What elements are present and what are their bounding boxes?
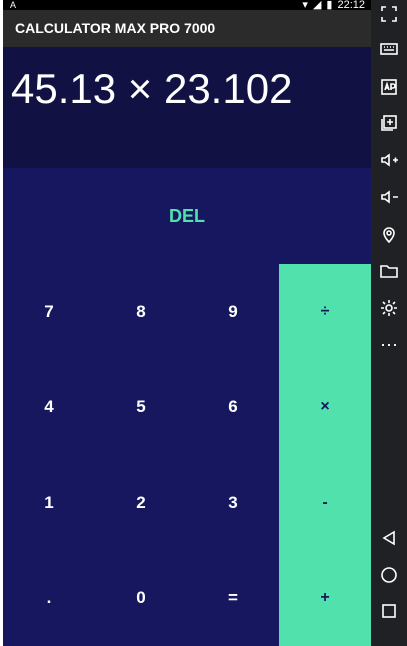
delete-button[interactable]: DEL [169,206,205,227]
emulator-sidebar: ⋯ [371,0,407,646]
divide-button[interactable]: ÷ [279,264,371,360]
folder-icon[interactable] [378,260,400,282]
location-icon[interactable] [378,223,400,245]
multiply-button[interactable]: × [279,359,371,455]
fullscreen-icon[interactable] [378,3,400,25]
subtract-button[interactable]: - [279,455,371,551]
keypad: 7 8 9 ÷ 4 5 6 × 1 2 3 - . 0 = + [3,264,371,646]
wifi-icon: ▾ [302,0,308,11]
app-title: CALCULATOR MAX PRO 7000 [15,20,216,36]
settings-icon[interactable] [378,297,400,319]
calculator-app: A ▾ ◢ ▮ 22:12 CALCULATOR MAX PRO 7000 45… [3,0,371,646]
apk-icon[interactable] [378,76,400,98]
status-time: 22:12 [337,0,365,11]
signal-icon: ◢ [312,0,322,11]
key-8[interactable]: 8 [95,264,187,360]
volume-down-icon[interactable] [378,186,400,208]
expression-text: 45.13 × 23.102 [11,65,293,112]
key-6[interactable]: 6 [187,359,279,455]
status-right: ▾ ◢ ▮ 22:12 [302,0,365,11]
back-icon[interactable] [378,527,400,549]
decimal-button[interactable]: . [3,550,95,646]
key-1[interactable]: 1 [3,455,95,551]
status-bar: A ▾ ◢ ▮ 22:12 [3,0,371,11]
delete-row: DEL [3,168,371,264]
volume-up-icon[interactable] [378,149,400,171]
recent-apps-icon[interactable] [378,600,400,622]
app-bar: CALCULATOR MAX PRO 7000 [3,10,371,47]
status-left-icon: A [10,0,17,10]
key-9[interactable]: 9 [187,264,279,360]
more-icon[interactable]: ⋯ [378,334,400,356]
key-2[interactable]: 2 [95,455,187,551]
battery-icon: ▮ [326,0,333,11]
equals-button[interactable]: = [187,550,279,646]
key-5[interactable]: 5 [95,359,187,455]
keyboard-icon[interactable] [378,38,400,60]
key-4[interactable]: 4 [3,359,95,455]
add-button[interactable]: + [279,550,371,646]
key-3[interactable]: 3 [187,455,279,551]
add-window-icon[interactable] [378,112,400,134]
key-0[interactable]: 0 [95,550,187,646]
home-icon[interactable] [378,564,400,586]
key-7[interactable]: 7 [3,264,95,360]
result-display: 45.13 × 23.102 [3,47,371,168]
